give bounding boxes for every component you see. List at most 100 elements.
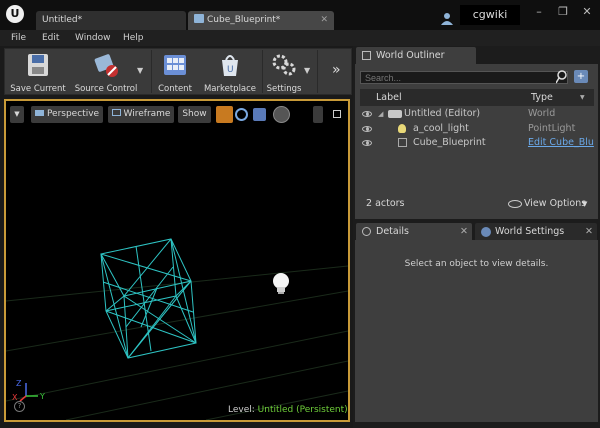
outliner-icon (362, 51, 371, 60)
actor-count: 2 actors (366, 198, 405, 209)
column-type[interactable]: Type (531, 89, 553, 106)
row-type: World (528, 108, 556, 119)
save-current-button[interactable]: Save Current (6, 50, 70, 94)
toolbar-separator (317, 50, 318, 93)
help-icon[interactable]: ? (14, 401, 25, 412)
view-options-button[interactable]: View Options (524, 196, 586, 212)
axis-z-label: Z (16, 379, 22, 388)
column-label[interactable]: Label (376, 89, 402, 106)
user-badge: cgwiki (460, 5, 520, 25)
world-space-icon[interactable] (273, 106, 290, 123)
viewport-scene (6, 238, 348, 420)
menu-window[interactable]: Window (75, 30, 111, 46)
unreal-logo-icon[interactable]: U (6, 5, 24, 23)
perspective-icon (34, 110, 44, 116)
settings-dropdown-icon[interactable]: ▼ (304, 66, 310, 75)
source-control-dropdown-icon[interactable]: ▼ (137, 66, 143, 75)
source-control-icon (94, 54, 118, 77)
close-details-icon[interactable]: ✕ (460, 223, 468, 240)
wireframe-cube (100, 238, 197, 359)
user-icon[interactable] (440, 11, 454, 25)
source-control-button[interactable]: Source Control (70, 50, 142, 94)
tab-world-outliner-label: World Outliner (376, 50, 445, 61)
source-control-label: Source Control (74, 84, 138, 94)
level-value: Untitled (Persistent) (257, 405, 348, 415)
outliner-row-light[interactable]: a_cool_light PointLight (360, 122, 594, 136)
viewport[interactable] (6, 101, 348, 420)
edit-blueprint-link[interactable]: Edit Cube_Blu (528, 136, 594, 150)
expand-toolbar-icon[interactable]: » (332, 62, 341, 78)
close-window-button[interactable]: ✕ (576, 4, 598, 20)
content-label: Content (158, 84, 192, 94)
content-button[interactable]: Content (152, 50, 198, 94)
row-label: Untitled (Editor) (404, 108, 481, 119)
tab-world-settings-label: World Settings (495, 226, 565, 237)
close-world-settings-icon[interactable]: ✕ (585, 223, 593, 240)
perspective-label: Perspective (46, 109, 100, 119)
tab-details-label: Details (376, 226, 409, 237)
tab-cube-blueprint-label: Cube_Blueprint* (207, 15, 281, 25)
settings-icon (272, 54, 296, 76)
point-light-bulb-icon (273, 273, 289, 294)
level-indicator: Level: Untitled (Persistent) (228, 405, 348, 415)
viewport-scroll-handle[interactable] (313, 106, 323, 123)
maximize-button[interactable]: ❐ (552, 4, 574, 20)
save-current-label: Save Current (10, 84, 66, 94)
visibility-eye-icon[interactable] (362, 126, 372, 132)
add-actor-icon[interactable]: + (574, 70, 588, 83)
expand-arrow-icon[interactable]: ◢ (378, 107, 383, 121)
axis-gizmo (19, 383, 38, 402)
menu-edit[interactable]: Edit (42, 30, 59, 46)
view-options-eye-icon (508, 200, 522, 208)
column-sort-icon[interactable]: ▼ (580, 89, 585, 106)
scale-tool-icon[interactable] (253, 108, 266, 121)
wireframe-icon (111, 109, 121, 116)
perspective-button[interactable]: Perspective (31, 106, 103, 123)
light-icon (398, 124, 406, 133)
show-button[interactable]: Show (178, 106, 211, 123)
save-icon (28, 54, 48, 76)
search-icon[interactable] (556, 70, 568, 84)
row-type: PointLight (528, 123, 576, 134)
world-icon (388, 110, 402, 118)
translate-tool-icon[interactable] (216, 106, 233, 123)
outliner-row-cube-blueprint[interactable]: Cube_Blueprint Edit Cube_Blu (360, 136, 594, 150)
outliner-row-world[interactable]: ◢ Untitled (Editor) World (360, 107, 594, 121)
level-label: Level: (228, 405, 255, 415)
settings-button[interactable]: Settings (263, 50, 305, 94)
wireframe-button[interactable]: Wireframe (108, 106, 174, 123)
close-tab-icon[interactable]: ✕ (320, 11, 328, 30)
marketplace-label: Marketplace (203, 84, 257, 94)
outliner-column-header: Label Type ▼ (360, 89, 594, 106)
tab-details[interactable]: Details ✕ (356, 223, 472, 240)
row-label: a_cool_light (413, 123, 469, 134)
outliner-status-bar: 2 actors View Options ▼ (360, 196, 594, 212)
content-icon (164, 55, 186, 75)
globe-icon (481, 227, 491, 237)
wireframe-label: Wireframe (123, 109, 171, 119)
tab-cube-blueprint[interactable]: Cube_Blueprint* ✕ (188, 11, 334, 30)
visibility-eye-icon[interactable] (362, 140, 372, 146)
tab-untitled-label: Untitled* (42, 15, 83, 25)
menu-file[interactable]: File (11, 30, 26, 46)
outliner-search-input[interactable] (360, 71, 568, 84)
row-label: Cube_Blueprint (413, 137, 486, 148)
details-icon (362, 227, 371, 236)
svg-text:U: U (227, 65, 234, 75)
visibility-eye-icon[interactable] (362, 111, 372, 117)
tab-world-outliner[interactable]: World Outliner (356, 47, 476, 64)
axis-y-label: Y (40, 392, 45, 401)
viewport-options-button[interactable]: ▼ (10, 106, 24, 123)
tab-untitled[interactable]: Untitled* (36, 11, 186, 30)
blueprint-actor-icon (398, 138, 407, 147)
settings-label: Settings (266, 84, 302, 94)
rotate-tool-icon[interactable] (235, 108, 248, 121)
maximize-viewport-icon[interactable] (333, 110, 341, 118)
tab-world-settings[interactable]: World Settings ✕ (475, 223, 597, 240)
details-empty-message: Select an object to view details. (404, 259, 549, 269)
blueprint-icon (194, 14, 204, 23)
menu-help[interactable]: Help (123, 30, 144, 46)
marketplace-button[interactable]: U Marketplace (198, 50, 262, 94)
minimize-button[interactable]: – (528, 4, 550, 20)
view-options-dropdown-icon[interactable]: ▼ (582, 196, 587, 212)
